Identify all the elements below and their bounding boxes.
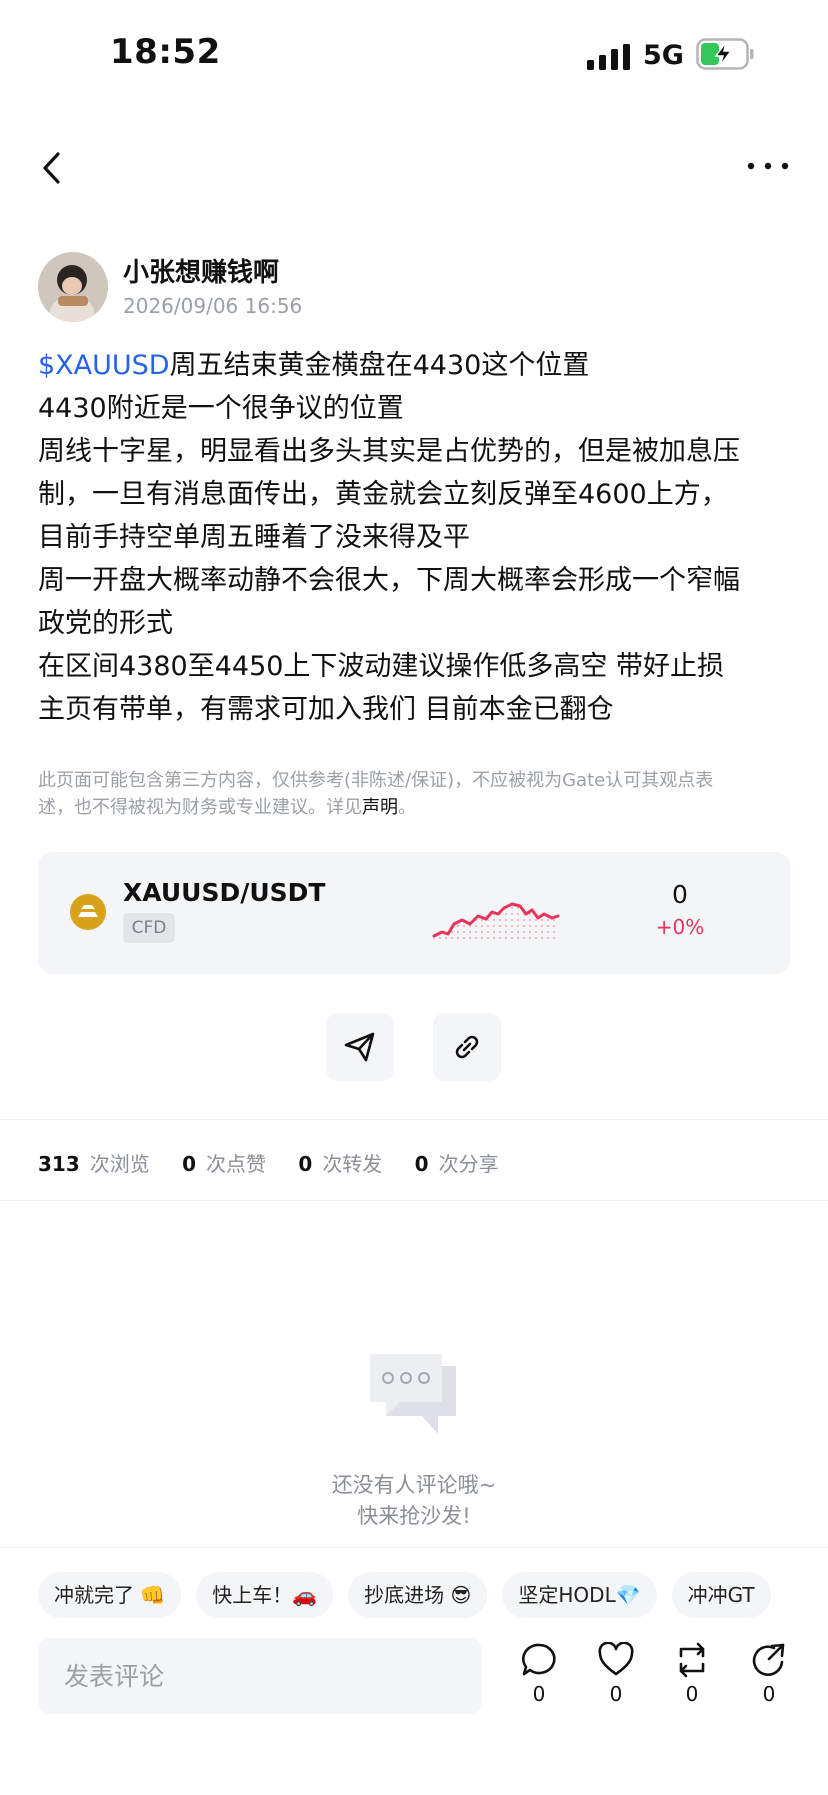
post-line: 周一开盘大概率动静不会很大，下周大概率会形成一个窄幅 xyxy=(38,565,740,596)
market-tag: CFD xyxy=(123,913,175,943)
empty-comments-text: 还没有人评论哦~ 快来抢沙发! xyxy=(264,1470,564,1532)
views-label: 次浏览 xyxy=(89,1152,150,1176)
copy-link-button[interactable] xyxy=(433,1013,501,1081)
shares-count: 0 xyxy=(414,1152,429,1176)
likes-label: 次点赞 xyxy=(206,1152,267,1176)
status-time: 18:52 xyxy=(110,32,221,72)
chevron-left-icon[interactable] xyxy=(38,148,66,188)
quick-reply-chip[interactable]: 冲冲GT xyxy=(671,1572,771,1618)
post-line: 4430附近是一个很争议的位置 xyxy=(38,393,404,424)
repost-icon xyxy=(679,1642,705,1678)
market-change: +0% xyxy=(655,915,705,939)
post-line: 在区间4380至4450上下波动建议操作低多高空 带好止损 xyxy=(38,651,725,682)
comment-icon xyxy=(522,1643,556,1676)
reposts-count: 0 xyxy=(298,1152,313,1176)
post-stats: 313 次浏览 0 次点赞 0 次转发 0 次分享 xyxy=(38,1148,525,1177)
reposts-label: 次转发 xyxy=(322,1152,383,1176)
empty-line-2: 快来抢沙发! xyxy=(357,1504,471,1528)
share-button[interactable] xyxy=(326,1013,394,1081)
like-count: 0 xyxy=(609,1682,623,1706)
comment-count: 0 xyxy=(532,1682,546,1706)
network-type: 5G xyxy=(643,40,684,71)
market-pair: XAUUSD/USDT xyxy=(123,878,326,907)
quick-replies: 冲就完了 👊 快上车！🚗 抄底进场 😎 坚定HODL💎 冲冲GT xyxy=(38,1572,771,1618)
disclaimer-end: 。 xyxy=(398,797,416,818)
post-line: 制，一旦有消息面传出，黄金就会立刻反弹至4600上方， xyxy=(38,479,728,510)
post-timestamp: 2026/09/06 16:56 xyxy=(123,294,303,318)
avatar[interactable] xyxy=(38,252,108,322)
divider xyxy=(0,1547,828,1548)
cellular-signal-icon xyxy=(587,44,630,70)
comment-action[interactable]: 0 xyxy=(509,1642,569,1706)
quick-reply-chip[interactable]: 坚定HODL💎 xyxy=(502,1572,657,1618)
shares-label: 次分享 xyxy=(438,1152,499,1176)
gold-coin-icon xyxy=(70,894,106,930)
disclaimer-text: 述，也不得被视为财务或专业建议。详见 xyxy=(38,797,362,818)
more-horizontal-icon[interactable] xyxy=(746,160,790,172)
market-price: 0 xyxy=(672,880,688,909)
divider xyxy=(0,1119,828,1120)
disclaimer: 此页面可能包含第三方内容，仅供参考(非陈述/保证)，不应被视为Gate认可其观点… xyxy=(38,767,768,821)
sparkline-chart xyxy=(432,902,560,942)
post-content: $XAUUSD周五结束黄金横盘在4430这个位置 4430附近是一个很争议的位置… xyxy=(38,344,798,731)
heart-icon xyxy=(598,1642,634,1676)
repost-count: 0 xyxy=(685,1682,699,1706)
author-name[interactable]: 小张想赚钱啊 xyxy=(123,252,279,289)
disclaimer-text: 此页面可能包含第三方内容，仅供参考(非陈述/保证)，不应被视为Gate认可其观点… xyxy=(38,770,714,791)
share-arrow-icon xyxy=(752,1643,785,1676)
post-line: 政党的形式 xyxy=(38,608,173,639)
link-icon xyxy=(455,1035,479,1059)
quick-reply-chip[interactable]: 抄底进场 😎 xyxy=(348,1572,488,1618)
post-line: 主页有带单，有需求可加入我们 目前本金已翻仓 xyxy=(38,694,614,725)
post-line: 目前手持空单周五睡着了没来得及平 xyxy=(38,522,470,553)
ticker-link[interactable]: $XAUUSD xyxy=(38,350,170,381)
share-action[interactable]: 0 xyxy=(739,1642,799,1706)
empty-line-1: 还没有人评论哦~ xyxy=(331,1473,497,1497)
views-count: 313 xyxy=(38,1152,80,1176)
comment-input[interactable] xyxy=(38,1638,482,1714)
disclaimer-link[interactable]: 声明 xyxy=(362,797,398,818)
quick-reply-chip[interactable]: 冲就完了 👊 xyxy=(38,1572,182,1618)
share-count: 0 xyxy=(762,1682,776,1706)
battery-charging-icon xyxy=(696,38,754,70)
likes-count: 0 xyxy=(182,1152,197,1176)
repost-action[interactable]: 0 xyxy=(662,1642,722,1706)
like-action[interactable]: 0 xyxy=(586,1642,646,1706)
post-line: 周线十字星，明显看出多头其实是占优势的，但是被加息压 xyxy=(38,436,740,467)
send-icon xyxy=(344,1032,375,1062)
quick-reply-chip[interactable]: 快上车！🚗 xyxy=(196,1572,334,1618)
empty-comments-icon xyxy=(370,1354,456,1434)
post-line: 周五结束黄金横盘在4430这个位置 xyxy=(169,350,590,381)
divider xyxy=(0,1200,828,1201)
